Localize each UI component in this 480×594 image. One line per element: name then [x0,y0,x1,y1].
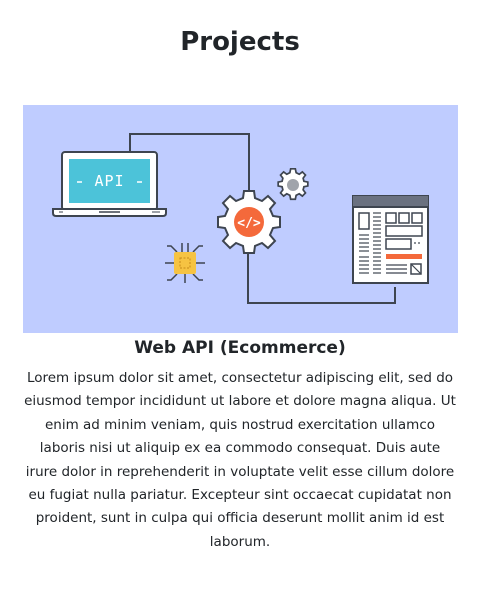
projects-page: Projects API </> Web API (Ecommerce) Lor… [0,0,480,594]
small-gear-icon [277,167,309,201]
project-title: Web API (Ecommerce) [134,338,346,358]
project-illustration: API </> [23,105,458,333]
project-description: Lorem ipsum dolor sit amet, consectetur … [24,370,456,550]
laptop-icon: API [52,151,167,217]
laptop-screen-text: API [94,172,124,190]
api-illustration: API </> [23,105,458,333]
page-title: Projects [180,27,300,57]
code-symbol: </> [237,216,261,231]
webpage-layout-icon [352,195,429,284]
gear-icon: </> [217,190,281,254]
